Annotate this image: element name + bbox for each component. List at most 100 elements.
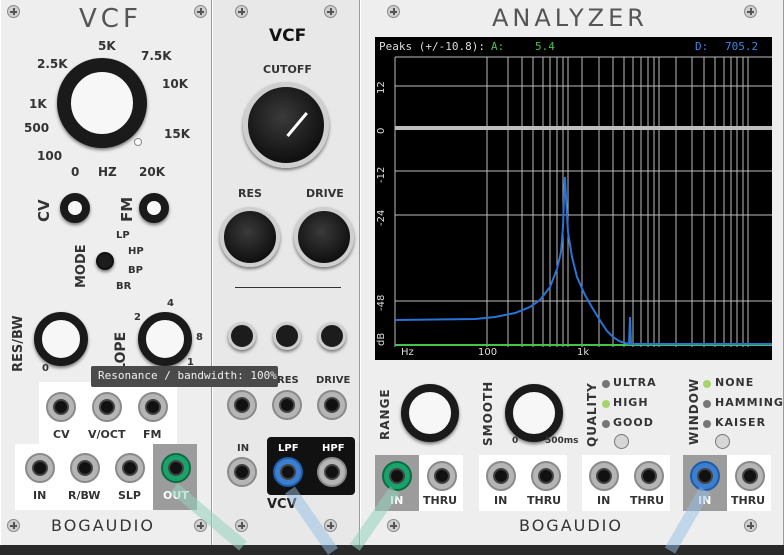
slope-knob[interactable] — [138, 312, 192, 366]
voct-input-jack[interactable] — [92, 392, 122, 422]
window-label: WINDOW — [687, 377, 701, 445]
cutoff-knob[interactable] — [243, 82, 329, 168]
mode-option: HP — [128, 246, 144, 257]
db-tick: 0 — [376, 127, 387, 134]
lpf-output-jack[interactable] — [273, 457, 303, 487]
freq-label: 500 — [24, 121, 50, 135]
cv-label: CV — [35, 199, 53, 222]
window-none-led[interactable] — [703, 380, 711, 388]
quality-ultra-led[interactable] — [602, 380, 610, 388]
out-output-jack[interactable] — [161, 453, 191, 483]
jack-label: THRU — [630, 494, 665, 507]
window-option: KAISER — [715, 416, 767, 429]
drive-cv-jack[interactable] — [317, 390, 347, 420]
range-knob[interactable] — [401, 384, 459, 442]
jack-label: IN — [494, 494, 508, 507]
screw-icon — [387, 5, 400, 18]
quality-option: GOOD — [613, 416, 654, 429]
channel-c-in-jack[interactable] — [589, 461, 619, 491]
mode-switch-knob[interactable] — [96, 252, 114, 270]
slope-tick: 4 — [167, 298, 174, 309]
screw-icon — [744, 5, 757, 18]
audio-in-jack[interactable] — [227, 457, 257, 487]
quality-good-led[interactable] — [602, 420, 610, 428]
module-title: ANALYZER — [492, 4, 648, 32]
module-title: VCF — [79, 4, 142, 34]
quality-button[interactable] — [614, 434, 629, 449]
peaks-label: Peaks (+/-10.8): — [379, 40, 485, 53]
hpf-output-jack[interactable] — [317, 457, 347, 487]
quality-option: HIGH — [613, 396, 649, 409]
screw-icon — [324, 5, 337, 18]
db-unit: dB — [376, 332, 387, 346]
freq-label: HZ — [98, 165, 117, 179]
channel-c-block: IN THRU — [582, 455, 670, 511]
freq-label: 10K — [162, 77, 188, 91]
resbw-label: RES/BW — [11, 315, 26, 372]
mode-option: BP — [128, 265, 143, 276]
rbw-input-jack[interactable] — [70, 453, 100, 483]
jack-label: THRU — [527, 494, 562, 507]
channel-c-thru-jack[interactable] — [634, 461, 664, 491]
window-option: HAMMING — [715, 396, 784, 409]
channel-d-thru-jack[interactable] — [735, 461, 765, 491]
peak-a-value: 5.4 — [535, 40, 555, 53]
cutoff-cv-knob[interactable] — [228, 322, 256, 350]
mode-option: BR — [116, 281, 132, 292]
screw-icon — [744, 519, 757, 532]
window-option: NONE — [715, 376, 755, 389]
channel-b-in-jack[interactable] — [486, 461, 516, 491]
db-tick: 12 — [376, 81, 387, 94]
window-kaiser-led[interactable] — [703, 420, 711, 428]
brand-logo: BOGAUDIO — [51, 516, 155, 535]
res-cv-jack[interactable] — [272, 390, 302, 420]
divider — [235, 287, 341, 288]
drive-cv-knob[interactable] — [318, 322, 346, 350]
cutoff-label: CUTOFF — [263, 63, 312, 76]
channel-b-thru-jack[interactable] — [531, 461, 561, 491]
window-hamming-led[interactable] — [703, 400, 711, 408]
screw-icon — [7, 519, 20, 532]
hpf-label: HPF — [322, 443, 345, 454]
screw-icon — [235, 519, 248, 532]
channel-d-in-jack[interactable] — [690, 461, 720, 491]
peak-d-value: 705.2 — [725, 40, 759, 53]
res-cv-knob[interactable] — [273, 322, 301, 350]
fm-input-jack[interactable] — [138, 392, 168, 422]
window-button[interactable] — [715, 434, 730, 449]
jack-label: IN — [33, 489, 47, 502]
in-input-jack[interactable] — [25, 453, 55, 483]
cutoff-cv-jack[interactable] — [227, 390, 257, 420]
screw-icon — [387, 519, 400, 532]
jack-label: R/BW — [68, 489, 101, 502]
analyzer-screen: Peaks (+/-10.8): A: 5.4 D: 705.2 12 0 -1… — [375, 37, 772, 360]
knob-indicator — [134, 138, 142, 146]
fm-knob[interactable] — [139, 193, 169, 223]
frequency-knob[interactable] — [57, 58, 147, 148]
freq-label: 0 — [71, 165, 80, 179]
freq-grid — [394, 56, 772, 347]
res-knob[interactable] — [220, 207, 280, 267]
quality-high-led[interactable] — [602, 400, 610, 408]
tooltip: Resonance / bandwidth: 100% — [91, 366, 278, 387]
slope-tick: 8 — [196, 332, 203, 343]
channel-a-in-jack[interactable] — [382, 461, 412, 491]
quality-label: QUALITY — [585, 382, 599, 447]
freq-tick: 1k — [577, 347, 590, 358]
resbw-knob[interactable] — [34, 312, 88, 366]
drive-knob[interactable] — [294, 207, 354, 267]
mode-label: MODE — [74, 244, 89, 288]
cv-attenuverter-knob[interactable] — [60, 193, 90, 223]
vcf-module-panel: VCF 5K 7.5K 2.5K 10K 1K 500 15K 100 20K … — [0, 0, 212, 545]
in-label: IN — [237, 443, 250, 454]
smooth-max-label: 500ms — [545, 436, 579, 446]
slp-input-jack[interactable] — [115, 453, 145, 483]
smooth-knob[interactable] — [505, 384, 563, 442]
cv-input-jack[interactable] — [46, 392, 76, 422]
channel-a-thru-jack[interactable] — [427, 461, 457, 491]
screw-icon — [194, 5, 207, 18]
analyzer-module-panel: ANALYZER Peaks (+/-10.8): A: 5.4 D: 705.… — [360, 0, 784, 545]
knob-indicator — [286, 112, 308, 137]
freq-label: 1K — [29, 97, 47, 111]
freq-label: 20K — [139, 165, 165, 179]
